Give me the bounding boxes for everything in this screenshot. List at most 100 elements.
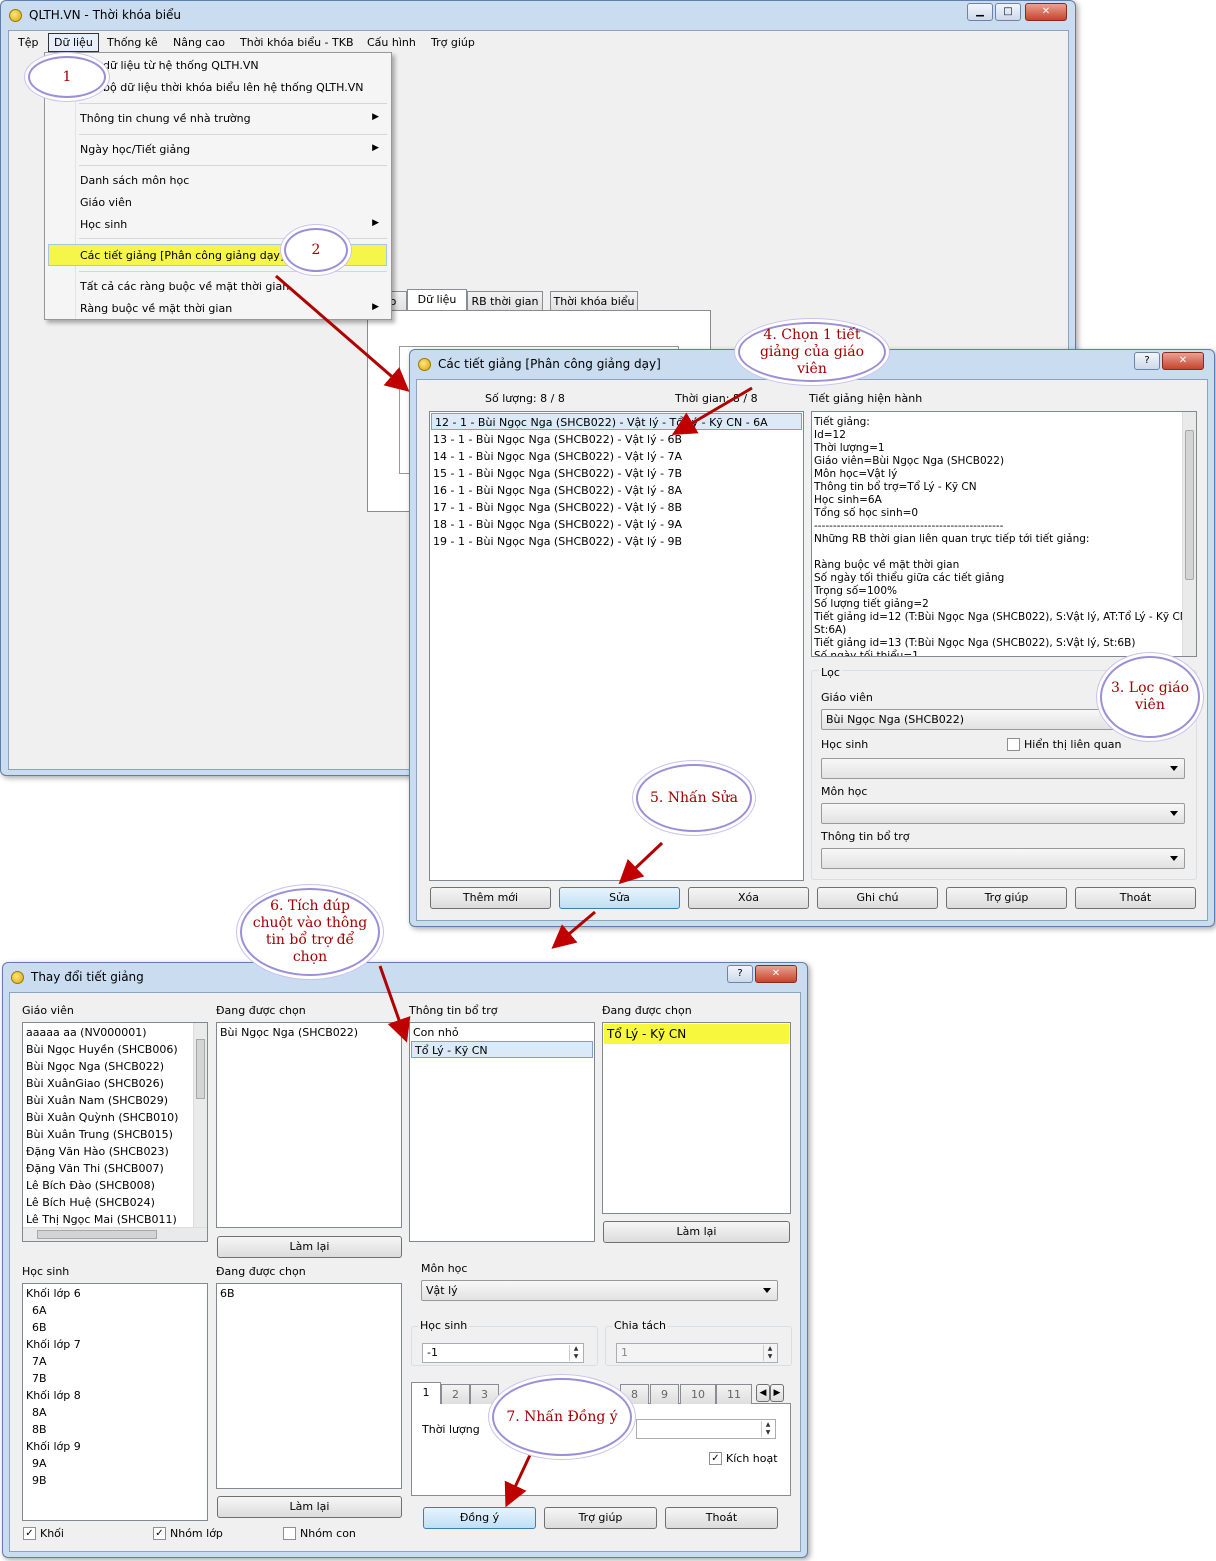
extra-list[interactable]: Con nhỏ Tổ Lý - Kỹ CN: [409, 1022, 595, 1242]
khoi-checkbox[interactable]: ✓: [23, 1527, 36, 1540]
list-item[interactable]: 13 - 1 - Bùi Ngọc Nga (SHCB022) - Vật lý…: [430, 431, 803, 448]
list-item[interactable]: 6B: [217, 1285, 401, 1302]
subject-filter-select[interactable]: [821, 803, 1185, 824]
teacher-list-item[interactable]: Bùi XuânGiao (SHCB026): [23, 1075, 207, 1092]
menu-tep[interactable]: Tệp: [18, 36, 38, 49]
student-tree-item[interactable]: 9A: [23, 1455, 207, 1472]
exit-button[interactable]: Thoát: [1075, 887, 1196, 909]
menu-days-hours[interactable]: Ngày học/Tiết giảng: [80, 143, 190, 156]
reset-extra-button[interactable]: Làm lại: [603, 1221, 790, 1243]
tab-10[interactable]: 10: [680, 1384, 716, 1404]
selected-students-list[interactable]: 6B: [216, 1283, 402, 1489]
close-button[interactable]: ✕: [755, 965, 797, 983]
minimize-button[interactable]: ▁: [967, 3, 993, 21]
tab-rb-thoi-gian[interactable]: RB thời gian: [467, 291, 543, 311]
list-item[interactable]: 17 - 1 - Bùi Ngọc Nga (SHCB022) - Vật lý…: [430, 499, 803, 516]
menu-teachers[interactable]: Giáo viên: [80, 196, 132, 209]
show-related-checkbox[interactable]: [1007, 738, 1020, 751]
tab-du-lieu[interactable]: Dữ liệu: [407, 289, 467, 311]
list-item[interactable]: Bùi Ngọc Nga (SHCB022): [217, 1024, 401, 1041]
menu-sync[interactable]: bộ dữ liệu thời khóa biểu lên hệ thống Q…: [103, 81, 363, 94]
teacher-list-item[interactable]: Đặng Văn Thi (SHCB007): [23, 1160, 207, 1177]
student-tree-item[interactable]: 9B: [23, 1472, 207, 1489]
extra-filter-select[interactable]: [821, 848, 1185, 869]
tab-scroll-right-icon[interactable]: ▶: [770, 1384, 784, 1402]
delete-button[interactable]: Xóa: [688, 887, 809, 909]
detail-scrollbar[interactable]: [1182, 412, 1196, 656]
menu-students[interactable]: Học sinh: [80, 218, 127, 231]
note-button[interactable]: Ghi chú: [817, 887, 938, 909]
list-item[interactable]: 12 - 1 - Bùi Ngọc Nga (SHCB022) - Vật lý…: [431, 413, 802, 430]
menu-tkb[interactable]: Thời khóa biểu - TKB: [240, 36, 354, 49]
menu-cau-hinh[interactable]: Cấu hình: [367, 36, 416, 49]
menu-school-info[interactable]: Thông tin chung về nhà trường: [80, 112, 251, 125]
tab-thoi-khoa-bieu[interactable]: Thời khóa biểu: [550, 291, 638, 311]
student-tree-item[interactable]: 6B: [23, 1319, 207, 1336]
menu-import[interactable]: dữ liệu từ hệ thống QLTH.VN: [103, 59, 259, 72]
help-button[interactable]: Trợ giúp: [946, 887, 1067, 909]
menu-all-time-constraints[interactable]: Tất cả các ràng buộc về mặt thời gian: [80, 280, 289, 293]
teacher-list-item[interactable]: Lê Bích Huệ (SHCB024): [23, 1194, 207, 1211]
list-item[interactable]: Tổ Lý - Kỹ CN: [604, 1024, 789, 1044]
menu-activities[interactable]: Các tiết giảng [Phân công giảng dạy]: [80, 249, 284, 262]
student-tree-item[interactable]: Khối lớp 6: [23, 1285, 207, 1302]
tab-11[interactable]: 11: [716, 1384, 752, 1404]
teacher-list-item[interactable]: Đặng Văn Hào (SHCB023): [23, 1143, 207, 1160]
reset-students-button[interactable]: Làm lại: [217, 1496, 402, 1518]
teacher-list-item[interactable]: Bùi Xuân Nam (SHCB029): [23, 1092, 207, 1109]
help-caption-button[interactable]: ?: [1134, 352, 1160, 370]
ok-button[interactable]: Đồng ý: [423, 1507, 536, 1529]
list-item[interactable]: 18 - 1 - Bùi Ngọc Nga (SHCB022) - Vật lý…: [430, 516, 803, 533]
teacher-list[interactable]: aaaaa aa (NV000001) Bùi Ngọc Huyền (SHCB0…: [22, 1022, 208, 1242]
tab-2[interactable]: 2: [441, 1384, 470, 1404]
tab-3[interactable]: 3: [470, 1384, 499, 1404]
teacher-list-hscrollbar[interactable]: [23, 1227, 207, 1241]
selected-teacher-list[interactable]: Bùi Ngọc Nga (SHCB022): [216, 1022, 402, 1228]
teacher-list-item[interactable]: Bùi Xuân Trung (SHCB015): [23, 1126, 207, 1143]
student-tree-item[interactable]: 8A: [23, 1404, 207, 1421]
student-tree-item[interactable]: Khối lớp 9: [23, 1438, 207, 1455]
student-tree-item[interactable]: 8B: [23, 1421, 207, 1438]
teacher-list-item[interactable]: Bùi Xuân Quỳnh (SHCB010): [23, 1109, 207, 1126]
teacher-list-item[interactable]: Lê Bích Đào (SHCB008): [23, 1177, 207, 1194]
student-count-spinner[interactable]: -1 ▲ ▼: [422, 1343, 584, 1363]
teacher-list-item[interactable]: Bùi Ngọc Nga (SHCB022): [23, 1058, 207, 1075]
split-spinner[interactable]: 1 ▲ ▼: [616, 1343, 778, 1363]
student-filter-select[interactable]: [821, 758, 1185, 779]
menu-tro-giup[interactable]: Trợ giúp: [431, 36, 475, 49]
list-item[interactable]: 14 - 1 - Bùi Ngọc Nga (SHCB022) - Vật lý…: [430, 448, 803, 465]
student-tree-item[interactable]: 7B: [23, 1370, 207, 1387]
list-item[interactable]: 16 - 1 - Bùi Ngọc Nga (SHCB022) - Vật lý…: [430, 482, 803, 499]
teacher-list-item[interactable]: aaaaa aa (NV000001): [23, 1024, 207, 1041]
active-checkbox[interactable]: ✓: [709, 1452, 722, 1465]
close-button[interactable]: ✕: [1162, 352, 1204, 370]
help-button[interactable]: Trợ giúp: [544, 1507, 657, 1529]
subject-select[interactable]: Vật lý: [421, 1280, 778, 1301]
edit-button[interactable]: Sửa: [559, 887, 680, 909]
tab-scroll-left-icon[interactable]: ◀: [756, 1384, 770, 1402]
teacher-list-item[interactable]: Bùi Ngọc Huyền (SHCB006): [23, 1041, 207, 1058]
duration-spinner[interactable]: ▲ ▼: [636, 1419, 776, 1439]
list-item[interactable]: 19 - 1 - Bùi Ngọc Nga (SHCB022) - Vật lý…: [430, 533, 803, 550]
tab-1[interactable]: 1: [411, 1382, 441, 1404]
student-tree-item[interactable]: 6A: [23, 1302, 207, 1319]
list-item[interactable]: Tổ Lý - Kỹ CN: [411, 1041, 593, 1058]
help-caption-button[interactable]: ?: [727, 965, 753, 983]
nhom-con-checkbox[interactable]: [283, 1527, 296, 1540]
teacher-list-item[interactable]: Lê Thị Ngọc Mai (SHCB011): [23, 1211, 207, 1228]
list-item[interactable]: Con nhỏ: [410, 1024, 594, 1041]
student-tree-item[interactable]: 7A: [23, 1353, 207, 1370]
exit-button[interactable]: Thoát: [665, 1507, 778, 1529]
students-list[interactable]: Khối lớp 6 6A 6B Khối lớp 7 7A 7B Khối lớp 8 8A…: [22, 1283, 208, 1521]
menu-nang-cao[interactable]: Nâng cao: [173, 36, 225, 49]
teacher-list-scrollbar[interactable]: [193, 1023, 207, 1227]
tab-9[interactable]: 9: [650, 1384, 679, 1404]
menu-thong-ke[interactable]: Thống kê: [107, 36, 158, 49]
selected-extra-list[interactable]: Tổ Lý - Kỹ CN: [602, 1022, 791, 1214]
menu-subjects[interactable]: Danh sách môn học: [80, 174, 189, 187]
menu-time-constraints[interactable]: Ràng buộc về mặt thời gian: [80, 302, 232, 315]
close-button[interactable]: ✕: [1025, 3, 1067, 21]
maximize-button[interactable]: □: [995, 3, 1021, 21]
add-button[interactable]: Thêm mới: [430, 887, 551, 909]
list-item[interactable]: 15 - 1 - Bùi Ngọc Nga (SHCB022) - Vật lý…: [430, 465, 803, 482]
